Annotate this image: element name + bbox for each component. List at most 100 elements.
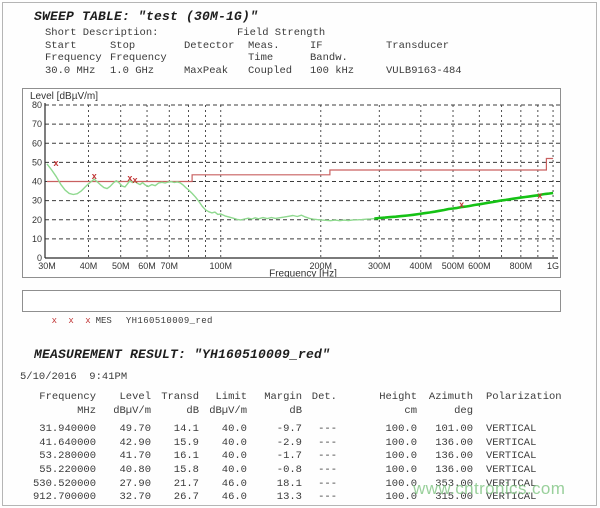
measurement-cell: 41.70 <box>96 450 151 464</box>
measurement-cell: 101.00 <box>417 423 473 437</box>
measurement-datetime: 5/10/2016 9:41PM <box>20 371 127 383</box>
measurement-header-cell <box>302 405 337 419</box>
measurement-cell: 27.90 <box>96 478 151 492</box>
measurement-header-cell: Frequency <box>10 391 96 405</box>
short-description-value: Field Strength <box>237 27 325 39</box>
measurement-marker-x: x <box>459 200 464 210</box>
x-tick-label: 500M <box>442 261 465 271</box>
measurement-cell: 18.1 <box>247 478 302 492</box>
sweep-cell: VULB9163-484 <box>386 65 462 77</box>
sweep-cell: Meas. <box>248 40 292 52</box>
measurement-cell: 49.70 <box>96 423 151 437</box>
sweep-cell: MaxPeak <box>184 65 234 77</box>
sweep-cell: 100 kHz <box>310 65 354 77</box>
measurement-header-cell: Level <box>96 391 151 405</box>
measurement-cell: VERTICAL <box>473 437 576 451</box>
measurement-header-cell: dB <box>151 405 199 419</box>
x-tick-label: 600M <box>468 261 491 271</box>
measurement-cell: -0.8 <box>247 464 302 478</box>
level-chart-box: 0102030405060708030M40M50M60M70M100M200M… <box>22 88 561 278</box>
measurement-marker-x: x <box>92 171 97 181</box>
measurement-cell: 14.1 <box>151 423 199 437</box>
sweep-cell: IF <box>310 40 354 52</box>
measurement-cell: 100.0 <box>337 491 417 505</box>
measurement-cell: 912.700000 <box>10 491 96 505</box>
measurement-cell: 42.90 <box>96 437 151 451</box>
sweep-cell: Stop <box>110 40 167 52</box>
y-tick-label: 30 <box>32 196 42 206</box>
x-tick-label: 50M <box>112 261 130 271</box>
measurement-cell: --- <box>302 464 337 478</box>
measurement-cell: 40.0 <box>199 423 247 437</box>
measurement-marker-x: x <box>537 190 542 200</box>
x-axis-title: Frequency [Hz] <box>269 269 337 278</box>
sweep-column: Transducer VULB9163-484 <box>386 40 462 77</box>
y-tick-label: 10 <box>32 234 42 244</box>
y-tick-label: 60 <box>32 138 42 148</box>
y-axis-title: Level [dBµV/m] <box>30 91 98 102</box>
measurement-cell: 31.940000 <box>10 423 96 437</box>
measurement-header-cell: dB <box>247 405 302 419</box>
measurement-cell: 100.0 <box>337 423 417 437</box>
x-tick-label: 800M <box>510 261 533 271</box>
measurement-cell: 136.00 <box>417 450 473 464</box>
measurement-result-title: MEASUREMENT RESULT: "YH160510009_red" <box>34 347 330 362</box>
sweep-cell: 30.0 MHz <box>45 65 102 77</box>
legend-trace-name: YH160510009_red <box>126 316 213 326</box>
measurement-header-cell: Transd <box>151 391 199 405</box>
measurement-header-cell: Azimuth <box>417 391 473 405</box>
sweep-cell <box>386 52 462 64</box>
measurement-header-cell: Height <box>337 391 417 405</box>
sweep-table-title: SWEEP TABLE: "test (30M-1G)" <box>34 9 258 24</box>
measurement-header-cell <box>473 405 576 419</box>
measurement-header-cell: cm <box>337 405 417 419</box>
measurement-cell: 55.220000 <box>10 464 96 478</box>
measurement-cell: -1.7 <box>247 450 302 464</box>
measurement-cell: --- <box>302 491 337 505</box>
measurement-header-cell: dBµV/m <box>199 405 247 419</box>
measurement-cell: 40.0 <box>199 437 247 451</box>
measurement-header-cell: dBµV/m <box>96 405 151 419</box>
y-tick-label: 50 <box>32 157 42 167</box>
legend-marker-icon: x x x <box>52 316 94 326</box>
sweep-cell: Time <box>248 52 292 64</box>
x-tick-label: 400M <box>410 261 433 271</box>
y-tick-label: 20 <box>32 215 42 225</box>
sweep-cell: Transducer <box>386 40 462 52</box>
report-page: SWEEP TABLE: "test (30M-1G)" Short Descr… <box>0 0 600 508</box>
measurement-header-cell: MHz <box>10 405 96 419</box>
x-tick-label: 100M <box>209 261 232 271</box>
sweep-cell: Detector <box>184 40 234 52</box>
sweep-column: Detector MaxPeak <box>184 40 234 77</box>
sweep-column: StopFrequency1.0 GHz <box>110 40 167 77</box>
measurement-cell: 32.70 <box>96 491 151 505</box>
measurement-cell: 15.8 <box>151 464 199 478</box>
measurement-cell: 15.9 <box>151 437 199 451</box>
measurement-cell: 40.0 <box>199 450 247 464</box>
sweep-cell: Bandw. <box>310 52 354 64</box>
sweep-cell <box>184 52 234 64</box>
measurement-header-cell: deg <box>417 405 473 419</box>
chart-legend: x x xMESYH160510009_red <box>22 290 561 312</box>
measurement-cell: VERTICAL <box>473 464 576 478</box>
sweep-column: StartFrequency30.0 MHz <box>45 40 102 77</box>
measurement-header-cell: Det. <box>302 391 337 405</box>
measurement-cell: 40.80 <box>96 464 151 478</box>
measurement-cell: 53.280000 <box>10 450 96 464</box>
measurement-cell: -9.7 <box>247 423 302 437</box>
measurement-cell: 136.00 <box>417 437 473 451</box>
measurement-cell: 21.7 <box>151 478 199 492</box>
y-tick-label: 70 <box>32 119 42 129</box>
x-tick-label: 40M <box>80 261 98 271</box>
short-description-label: Short Description: <box>45 27 158 39</box>
measurement-header-cell: Limit <box>199 391 247 405</box>
measurement-cell: 100.0 <box>337 450 417 464</box>
measurement-cell: 100.0 <box>337 478 417 492</box>
x-tick-label: 300M <box>368 261 391 271</box>
measurement-cell: VERTICAL <box>473 423 576 437</box>
measurement-cell: 13.3 <box>247 491 302 505</box>
sweep-cell: Frequency <box>110 52 167 64</box>
x-tick-label: 1G <box>547 261 559 271</box>
sweep-cell: Frequency <box>45 52 102 64</box>
sweep-cell: Start <box>45 40 102 52</box>
